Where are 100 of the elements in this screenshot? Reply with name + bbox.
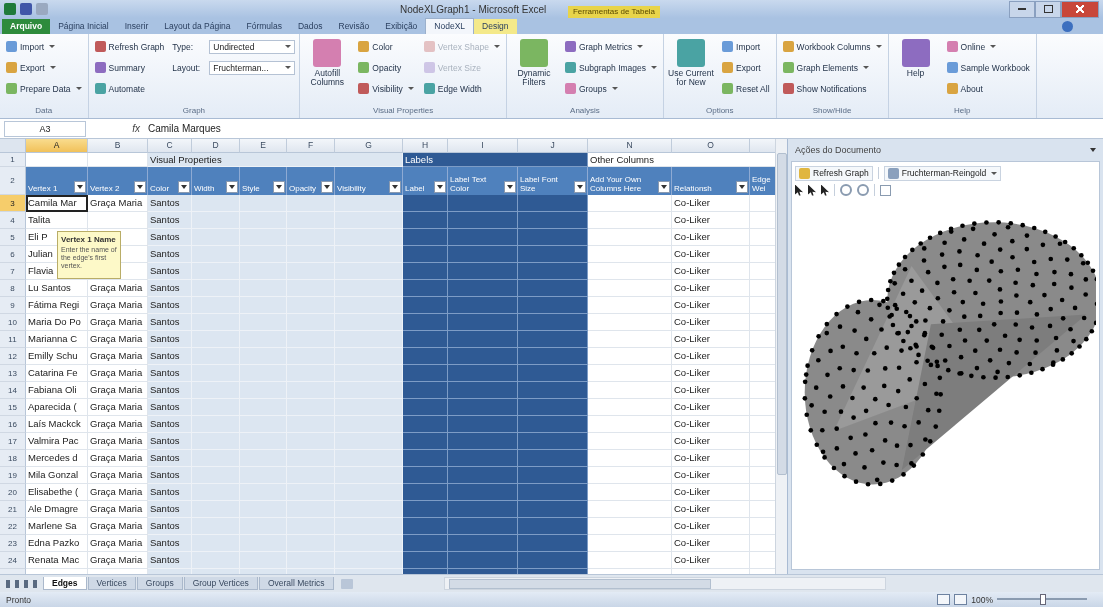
ribbon-button[interactable]: Automate: [92, 79, 167, 98]
column-header[interactable]: E: [240, 139, 287, 153]
ribbon-tab[interactable]: Fórmulas: [238, 19, 290, 34]
row-number[interactable]: 1: [0, 153, 26, 167]
column-header[interactable]: D: [192, 139, 240, 153]
column-header[interactable]: G: [335, 139, 403, 153]
row-number[interactable]: 7: [0, 263, 26, 280]
ribbon-tab[interactable]: Revisão: [330, 19, 378, 34]
column-heading[interactable]: Vertex 1: [26, 167, 88, 195]
ribbon-button[interactable]: Import: [720, 37, 772, 56]
ribbon-button[interactable]: Sample Workbook: [944, 58, 1032, 77]
ribbon-button[interactable]: Summary: [92, 58, 167, 77]
row-number[interactable]: 8: [0, 280, 26, 297]
refresh-graph-button[interactable]: Refresh Graph: [795, 165, 873, 181]
ribbon-button[interactable]: Edge Width: [421, 79, 502, 98]
layout-dropdown[interactable]: Fruchterman-Reingold: [883, 165, 1002, 181]
column-header[interactable]: N: [588, 139, 672, 153]
ribbon-button[interactable]: Workbook Columns: [780, 37, 884, 56]
column-header[interactable]: B: [88, 139, 148, 153]
row-number[interactable]: 14: [0, 382, 26, 399]
column-heading[interactable]: Relationsh: [672, 167, 750, 195]
row-number[interactable]: 6: [0, 246, 26, 263]
ribbon-tab[interactable]: Dados: [289, 19, 331, 34]
column-header[interactable]: J: [518, 139, 588, 153]
column-heading[interactable]: Color: [148, 167, 192, 195]
row-number[interactable]: 11: [0, 331, 26, 348]
dropdown-field[interactable]: Undirected: [209, 39, 296, 54]
row-number[interactable]: 16: [0, 416, 26, 433]
ribbon-button[interactable]: Groups: [562, 79, 659, 98]
row-number[interactable]: 17: [0, 433, 26, 450]
row-number[interactable]: 19: [0, 467, 26, 484]
column-heading[interactable]: Label: [403, 167, 448, 195]
column-heading[interactable]: Edge Wei: [750, 167, 775, 195]
column-header[interactable]: I: [448, 139, 518, 153]
window-title: NodeXLGraph1 - Microsoft Excel: [400, 3, 547, 15]
table-cell: Graça Maria: [88, 382, 148, 399]
ribbon-button[interactable]: Help: [892, 37, 939, 79]
sheet-tab[interactable]: Groups: [136, 577, 183, 590]
column-header[interactable]: H: [403, 139, 448, 153]
ribbon-button[interactable]: Opacity: [356, 58, 416, 77]
ribbon-button[interactable]: Import: [4, 37, 84, 56]
ribbon-button[interactable]: Graph Metrics: [562, 37, 659, 56]
ribbon-button[interactable]: Color: [356, 37, 416, 56]
sheet-tab[interactable]: Vertices: [87, 577, 136, 590]
column-heading[interactable]: Visibility: [335, 167, 403, 195]
ribbon-tab[interactable]: Exibição: [377, 19, 426, 34]
ribbon-button[interactable]: Use Current for New: [668, 37, 714, 88]
column-heading[interactable]: Label Font Size: [518, 167, 588, 195]
row-number[interactable]: 21: [0, 501, 26, 518]
column-header[interactable]: C: [148, 139, 192, 153]
column-heading[interactable]: Label Text Color: [448, 167, 518, 195]
ribbon-tab[interactable]: NodeXL: [425, 18, 475, 34]
ribbon-button[interactable]: About: [944, 79, 1032, 98]
row-number[interactable]: 9: [0, 297, 26, 314]
sheet-tab[interactable]: Edges: [43, 577, 87, 590]
ribbon-button[interactable]: Autofill Columns: [304, 37, 351, 88]
ribbon-button[interactable]: Export: [4, 58, 84, 77]
ribbon-button[interactable]: Online: [944, 37, 1032, 56]
ribbon-button[interactable]: Reset All: [720, 79, 772, 98]
row-number[interactable]: 12: [0, 348, 26, 365]
row-number[interactable]: 23: [0, 535, 26, 552]
ribbon-tab[interactable]: Layout da Página: [156, 19, 239, 34]
ribbon-button[interactable]: Visibility: [356, 79, 416, 98]
row-number[interactable]: 15: [0, 399, 26, 416]
row-number[interactable]: 22: [0, 518, 26, 535]
ribbon-tab[interactable]: Arquivo: [2, 19, 51, 34]
row-number[interactable]: 24: [0, 552, 26, 569]
table-cell: Co-Liker: [672, 280, 750, 297]
name-box[interactable]: A3: [4, 120, 86, 137]
row-number[interactable]: 5: [0, 229, 26, 246]
function-button[interactable]: fx: [90, 123, 144, 134]
row-number[interactable]: 20: [0, 484, 26, 501]
row-number[interactable]: 4: [0, 212, 26, 229]
row-number[interactable]: 13: [0, 365, 26, 382]
column-header[interactable]: F: [287, 139, 335, 153]
sheet-tab[interactable]: Overall Metrics: [258, 577, 334, 590]
row-number[interactable]: 2: [0, 167, 26, 195]
row-number[interactable]: 18: [0, 450, 26, 467]
column-header[interactable]: O: [672, 139, 750, 153]
row-number[interactable]: 3: [0, 195, 26, 212]
ribbon-button[interactable]: Prepare Data: [4, 79, 84, 98]
column-heading[interactable]: Opacity: [287, 167, 335, 195]
ribbon-button[interactable]: Show Notifications: [780, 79, 884, 98]
column-header[interactable]: A: [26, 139, 88, 153]
ribbon-tab[interactable]: Design: [474, 19, 517, 34]
formula-field[interactable]: Camila Marques: [148, 121, 1103, 136]
ribbon-button[interactable]: Export: [720, 58, 772, 77]
ribbon-tab[interactable]: Página Inicial: [50, 19, 117, 34]
dropdown-field[interactable]: Fruchterman...: [209, 60, 296, 75]
ribbon-button[interactable]: Refresh Graph: [92, 37, 167, 56]
column-heading[interactable]: Width: [192, 167, 240, 195]
column-heading[interactable]: Vertex 2: [88, 167, 148, 195]
ribbon-button[interactable]: Subgraph Images: [562, 58, 659, 77]
column-heading[interactable]: Style: [240, 167, 287, 195]
ribbon-tab[interactable]: Inserir: [116, 19, 157, 34]
column-heading[interactable]: Add Your Own Columns Here: [588, 167, 672, 195]
ribbon-button[interactable]: Dynamic Filters: [510, 37, 557, 88]
ribbon-button[interactable]: Graph Elements: [780, 58, 884, 77]
row-number[interactable]: 10: [0, 314, 26, 331]
sheet-tab[interactable]: Group Vertices: [183, 577, 258, 590]
